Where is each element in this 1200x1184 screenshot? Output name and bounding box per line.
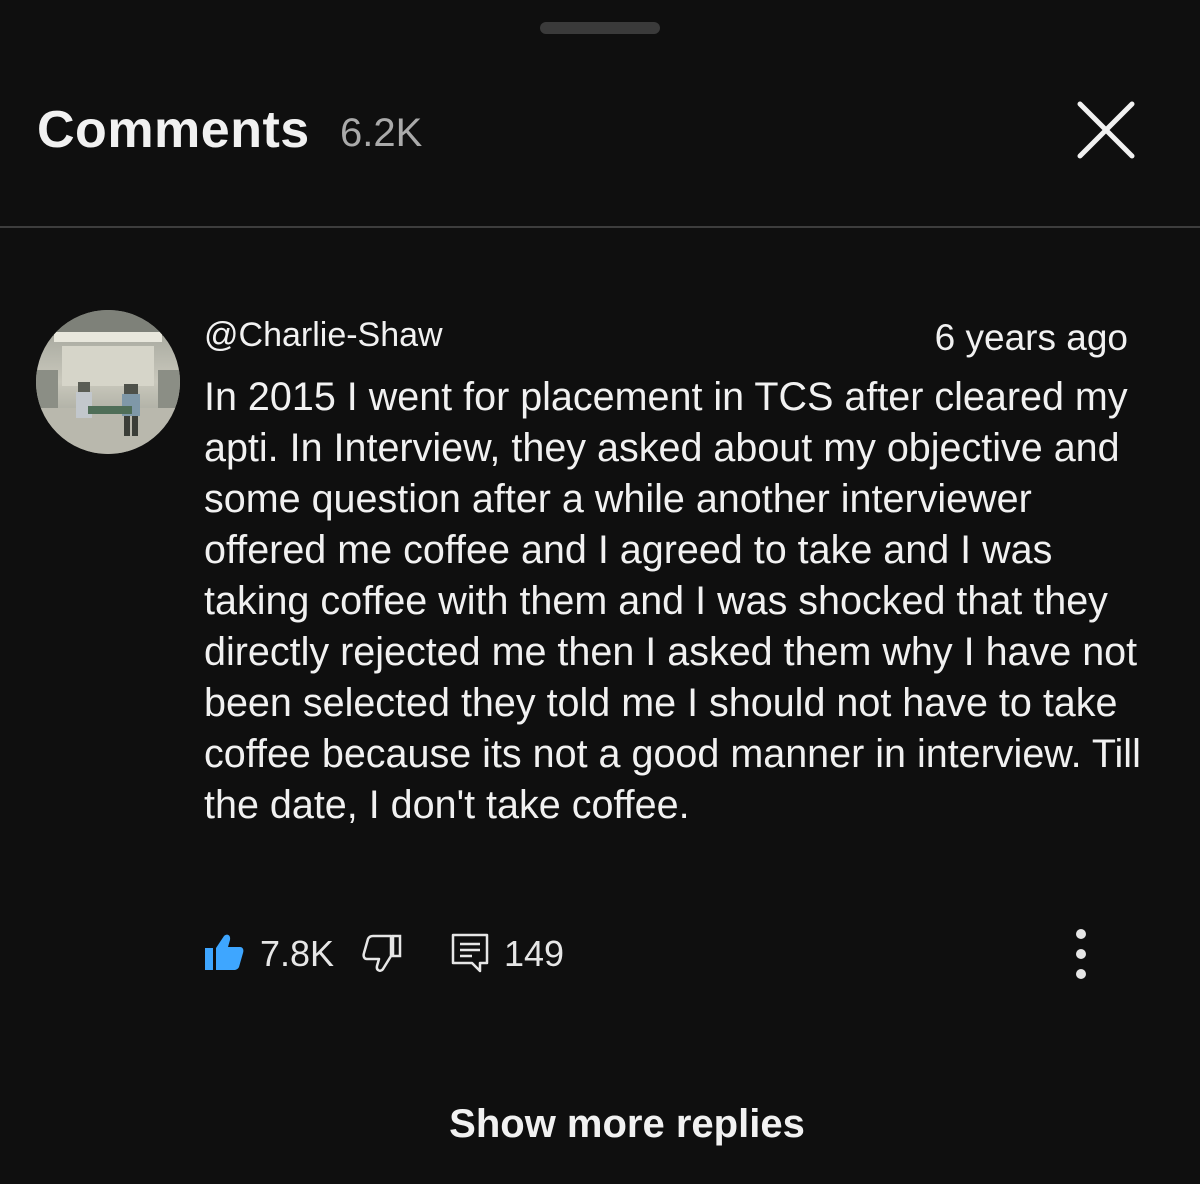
comment-author[interactable]: @Charlie-Shaw [204, 314, 443, 356]
like-count: 7.8K [260, 933, 335, 974]
like-button[interactable] [204, 932, 244, 972]
thumbs-down-icon [362, 934, 402, 972]
comment-timestamp: 6 years ago [934, 317, 1128, 358]
comments-sheet: Comments 6.2K @Charlie-Shaw 6 years ago … [0, 0, 1200, 1184]
drag-handle[interactable] [540, 22, 660, 34]
show-more-replies-button[interactable]: Show more replies [0, 1100, 1200, 1148]
close-icon [1077, 101, 1135, 159]
avatar[interactable] [36, 310, 180, 454]
close-button[interactable] [1070, 96, 1140, 166]
comment-text: In 2015 I went for placement in TCS afte… [204, 375, 1141, 827]
reply-count: 149 [504, 933, 565, 974]
thumbs-up-icon [205, 934, 244, 970]
more-vert-icon [1076, 929, 1086, 979]
avatar-image [36, 310, 180, 454]
reply-icon [451, 933, 489, 973]
more-options-button[interactable] [1066, 928, 1096, 980]
header-divider [0, 226, 1200, 228]
comments-title: Comments [37, 101, 310, 159]
reply-button[interactable] [450, 932, 490, 974]
comments-count: 6.2K [340, 111, 423, 155]
dislike-button[interactable] [360, 934, 402, 974]
comment-actions: 7.8K 149 [204, 928, 1144, 980]
